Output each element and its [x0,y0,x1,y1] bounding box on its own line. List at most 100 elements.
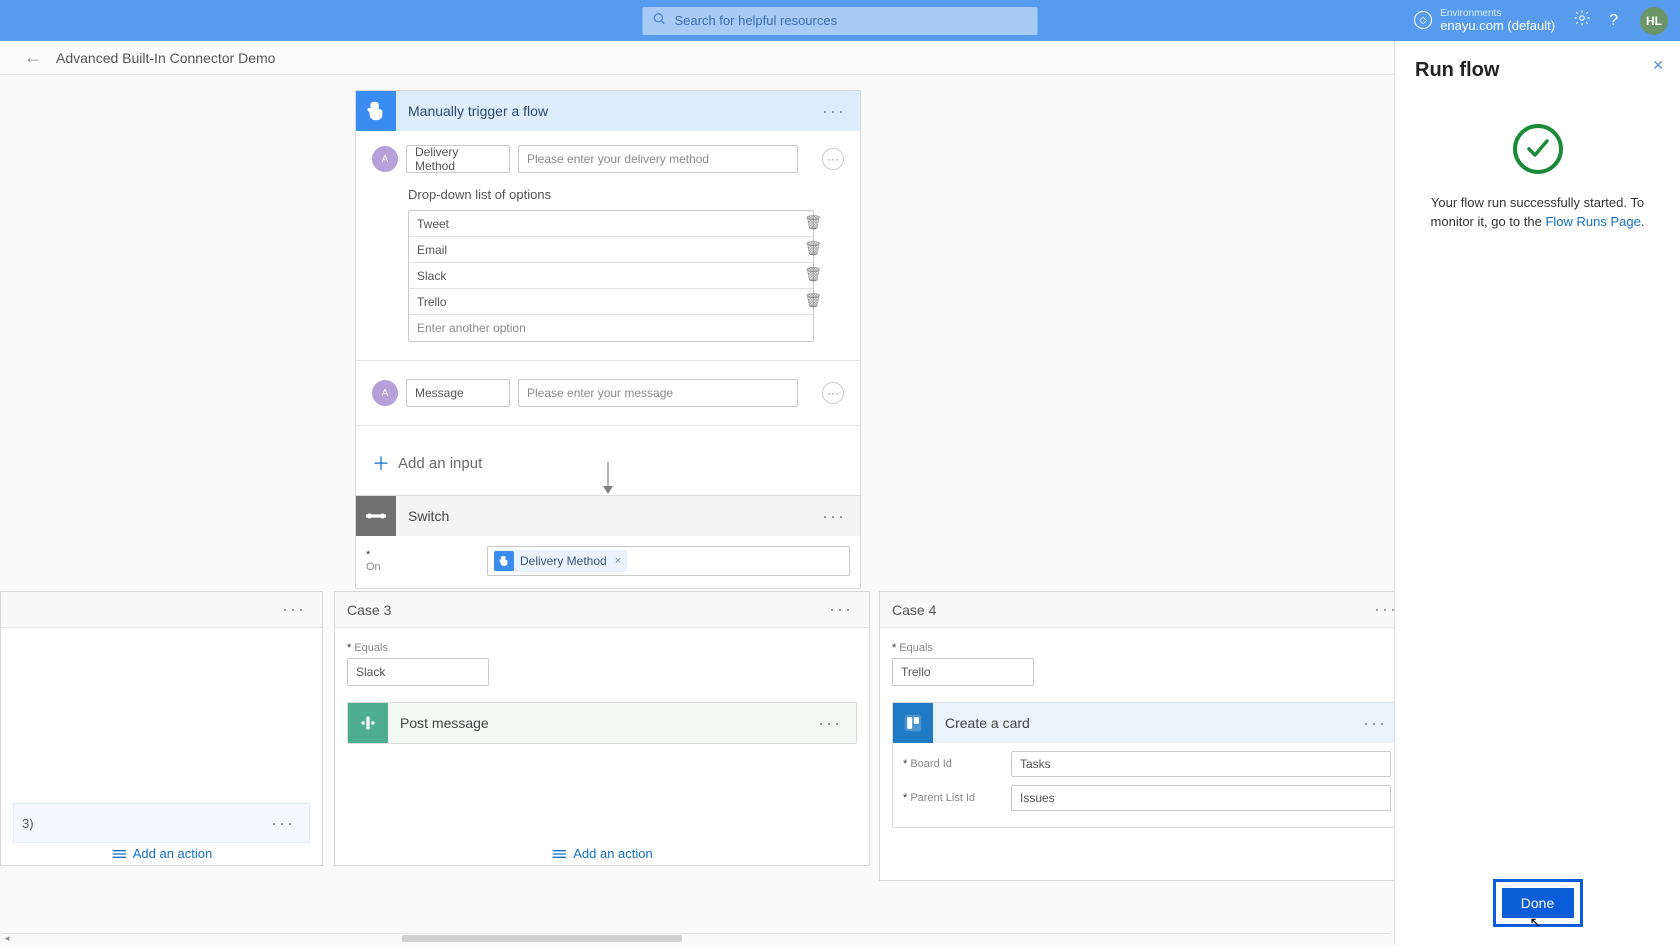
plus-icon: ＋ [372,450,390,476]
action-title: Create a card [945,715,1359,731]
trigger-header[interactable]: Manually trigger a flow ··· [356,91,860,131]
parent-list-id-input[interactable]: Issues [1011,785,1391,811]
input-row-message: A Message Please enter your message ··· [372,379,844,407]
equals-label: * Equals [347,642,857,654]
input-placeholder-message[interactable]: Please enter your message [518,379,798,407]
case-title: Case 3 [347,602,391,618]
manual-trigger-icon [356,91,396,131]
switch-on-value[interactable]: Delivery Method × [487,546,850,576]
board-id-input[interactable]: Tasks [1011,751,1391,777]
switch-title: Switch [408,508,818,524]
action-partial-title: 3) [22,816,34,831]
case-card-4: Case 4 ··· * Equals Trello Create a card… [879,591,1415,881]
horizontal-scrollbar[interactable]: ◂ [2,933,1390,943]
trigger-title: Manually trigger a flow [408,103,818,119]
delete-icon[interactable]: 🗑 [804,240,822,257]
delete-icon[interactable]: 🗑 [804,214,822,231]
option-tweet[interactable]: Tweet [409,211,813,237]
equals-value-input[interactable]: Slack [347,658,489,686]
page-title: Advanced Built-In Connector Demo [56,50,275,66]
board-id-row: * Board Id Tasks [903,751,1391,777]
action-card-trello: Create a card ··· * Board Id Tasks * Par… [892,702,1402,828]
search-placeholder: Search for helpful resources [675,13,838,28]
gear-icon[interactable] [1573,9,1591,32]
input-name-message[interactable]: Message [406,379,510,407]
trigger-card: Manually trigger a flow ··· A Delivery M… [355,90,861,501]
add-input-label: Add an input [398,455,482,472]
input-more-icon[interactable]: ··· [822,382,844,404]
token-icon [494,551,514,571]
scroll-thumb[interactable] [402,935,682,942]
success-check-icon [1513,124,1563,174]
parent-list-id-label: * Parent List Id [903,792,1011,804]
input-name-delivery-method[interactable]: Delivery Method [406,145,510,173]
case-title: Case 4 [892,602,936,618]
options-list: Tweet Email Slack Trello Enter another o… [408,210,814,342]
dropdown-options-label: Drop-down list of options [408,187,844,202]
action-header[interactable]: Post message ··· [348,703,856,743]
case-header[interactable]: Case 4 ··· [880,592,1414,628]
search-box[interactable]: Search for helpful resources [643,7,1038,35]
action-more-icon[interactable]: ··· [814,709,846,738]
env-value: enayu.com (default) [1440,19,1555,33]
switch-card: Switch ··· * On Delivery Method × [355,495,861,589]
input-more-icon[interactable]: ··· [822,148,844,170]
delivery-method-token: Delivery Method × [494,550,627,572]
success-message: Your flow run successfully started. To m… [1415,194,1660,232]
trello-icon [893,703,933,743]
switch-more-icon[interactable]: ··· [818,502,850,531]
option-email[interactable]: Email [409,237,813,263]
add-action-button[interactable]: Add an action [551,846,653,861]
option-trello[interactable]: Trello [409,289,813,315]
delete-icon[interactable]: 🗑 [804,266,822,283]
cursor-icon: ↖ [1530,914,1542,931]
text-input-badge-icon: A [372,380,398,406]
environment-icon: ◇ [1414,11,1432,29]
add-action-label: Add an action [573,846,653,861]
switch-header[interactable]: Switch ··· [356,496,860,536]
help-icon[interactable]: ? [1609,12,1618,30]
action-title: Post message [400,715,814,731]
avatar[interactable]: HL [1640,7,1668,35]
add-action-label: Add an action [133,846,213,861]
board-id-label: * Board Id [903,758,1011,770]
input-row-delivery-method: A Delivery Method Please enter your deli… [372,145,844,173]
action-more-icon[interactable]: ··· [267,809,299,838]
case-more-icon[interactable]: ··· [825,595,857,624]
environment-selector[interactable]: ◇ Environments enayu.com (default) [1414,8,1555,33]
trigger-more-icon[interactable]: ··· [818,97,850,126]
action-header[interactable]: Create a card ··· [893,703,1401,743]
close-icon[interactable]: ✕ [1652,57,1664,74]
partial-action-card[interactable]: 3) ··· [13,803,310,843]
search-icon [653,12,667,29]
case-header[interactable]: ··· [1,592,322,628]
switch-on-label: * On [366,549,387,573]
back-arrow-icon[interactable]: ← [24,47,42,68]
top-right-group: ◇ Environments enayu.com (default) ? HL [1414,7,1668,35]
case-header[interactable]: Case 3 ··· [335,592,869,628]
parent-list-id-row: * Parent List Id Issues [903,785,1391,811]
action-card-slack: Post message ··· [347,702,857,744]
equals-label: * Equals [892,642,1402,654]
option-slack[interactable]: Slack [409,263,813,289]
top-bar: Search for helpful resources ◇ Environme… [0,0,1680,41]
action-more-icon[interactable]: ··· [1359,709,1391,738]
case-card-partial: ··· 3) ··· Add an action [0,591,323,866]
slack-icon [348,703,388,743]
text-input-badge-icon: A [372,146,398,172]
option-blank[interactable]: Enter another option [409,315,813,341]
case-card-3: Case 3 ··· * Equals Slack Post message ·… [334,591,870,866]
flow-runs-link[interactable]: Flow Runs Page [1545,214,1640,229]
case-more-icon[interactable]: ··· [278,595,310,624]
equals-value-input[interactable]: Trello [892,658,1034,686]
input-placeholder-delivery-method[interactable]: Please enter your delivery method [518,145,798,173]
delete-icon[interactable]: 🗑 [804,292,822,309]
switch-icon [356,496,396,536]
run-flow-panel: Run flow ✕ Your flow run successfully st… [1394,41,1680,945]
token-remove-icon[interactable]: × [615,555,621,567]
panel-title: Run flow [1415,59,1660,82]
scroll-left-icon[interactable]: ◂ [2,933,12,944]
divider [356,425,860,426]
divider [356,360,860,361]
add-action-button[interactable]: Add an action [111,846,213,861]
